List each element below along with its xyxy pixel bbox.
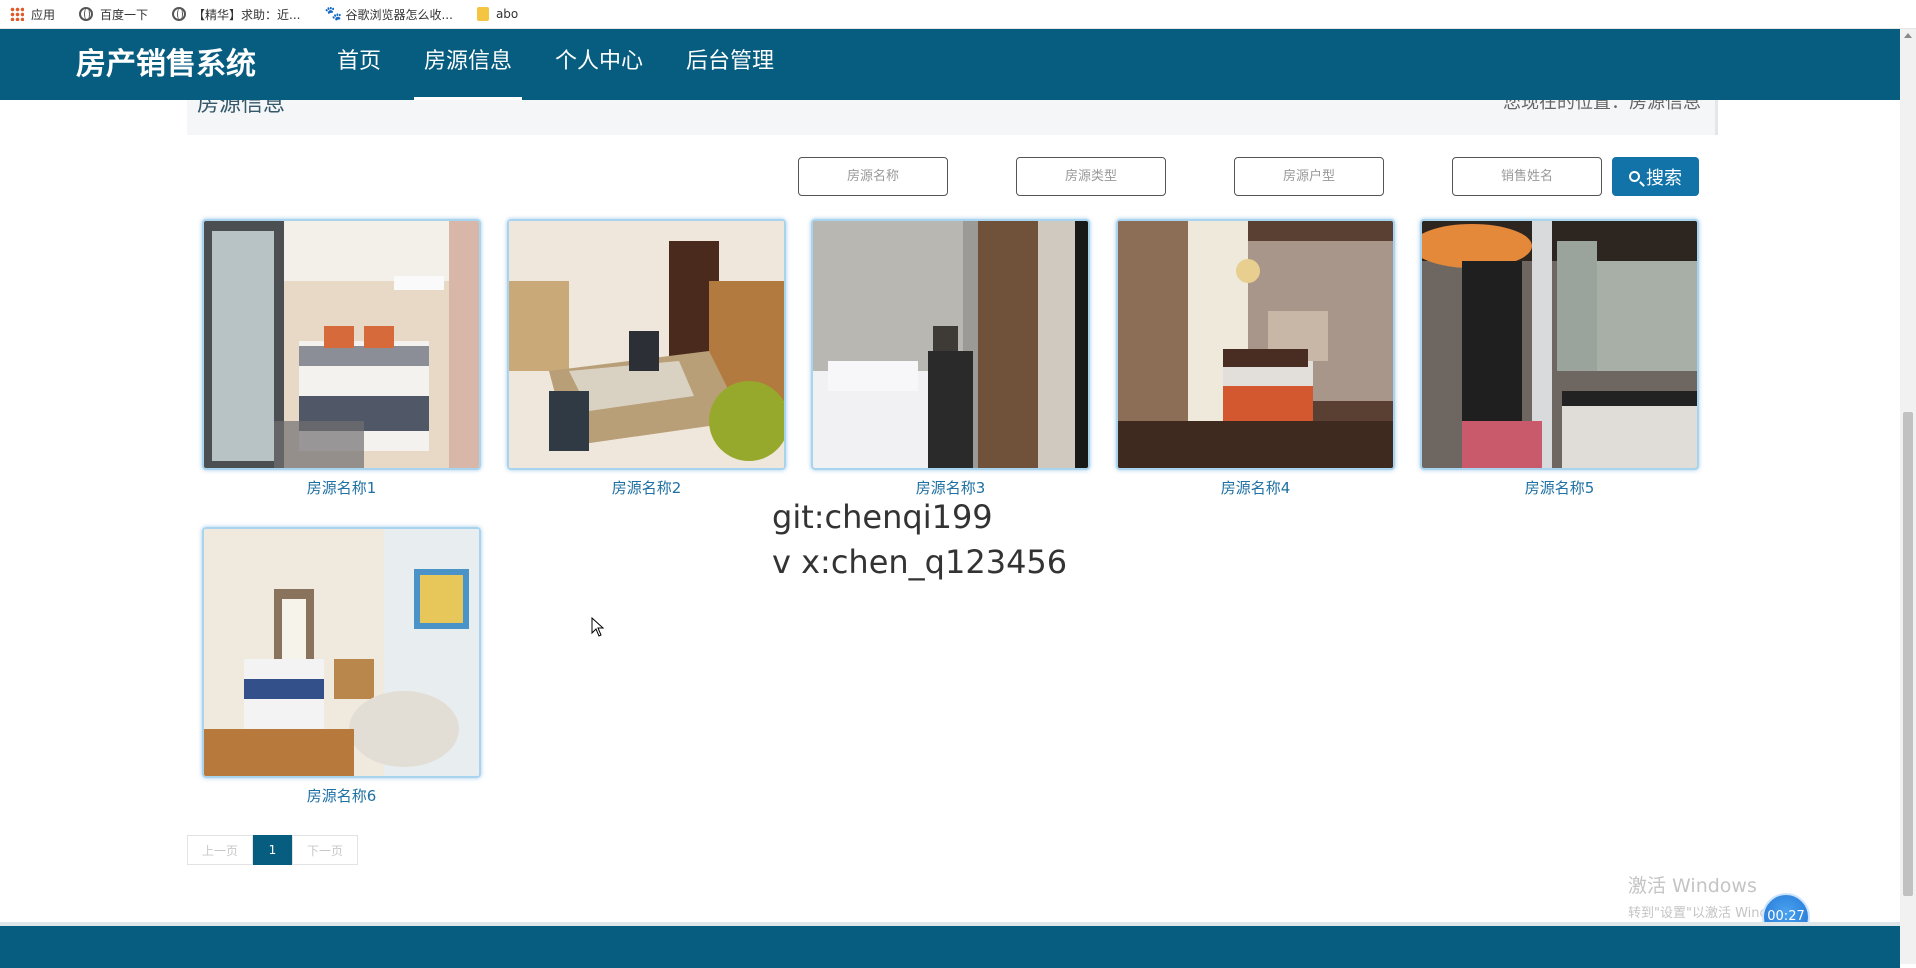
bookmark-label: 【精华】求助：近...: [193, 7, 301, 22]
next-page-button[interactable]: 下一页: [292, 835, 358, 865]
bookmark-label: abo: [495, 7, 519, 21]
listing-name[interactable]: 房源名称2: [507, 477, 786, 498]
listing-card[interactable]: 房源名称3: [811, 219, 1090, 498]
folder-icon: [476, 7, 489, 21]
bookmark-label: 谷歌浏览器怎么收...: [345, 7, 453, 22]
bookmark-chrome-tip[interactable]: 🐾 谷歌浏览器怎么收...: [324, 6, 452, 23]
listing-image[interactable]: [202, 219, 481, 470]
scrollbar-thumb[interactable]: [1903, 412, 1913, 896]
sales-name-input[interactable]: [1452, 157, 1602, 196]
overlay-line2: v x:chen_q123456: [772, 543, 1068, 581]
page-footer: [0, 922, 1900, 968]
nav-item-listings[interactable]: 房源信息: [414, 29, 522, 100]
mouse-cursor-icon: [591, 617, 605, 637]
listing-name[interactable]: 房源名称5: [1420, 477, 1699, 498]
search-icon: [1629, 171, 1640, 182]
breadcrumb: 房源信息 您现在的位置：房源信息: [187, 100, 1718, 135]
listing-name[interactable]: 房源名称1: [202, 477, 481, 498]
listing-card[interactable]: 房源名称6: [202, 527, 481, 806]
pagination: 上一页 1 下一页: [187, 835, 358, 865]
listing-card[interactable]: 房源名称5: [1420, 219, 1699, 498]
top-navbar: 房产销售系统 首页 房源信息 个人中心 后台管理: [0, 29, 1900, 100]
page-title: 房源信息: [197, 100, 286, 117]
site-brand[interactable]: 房产销售系统: [76, 29, 256, 100]
page-number-current[interactable]: 1: [253, 835, 292, 865]
bookmarks-bar: 应用 百度一下 【精华】求助：近... 🐾 谷歌浏览器怎么收... abo: [0, 0, 1916, 29]
overlay-text: git:chenqi199 v x:chen_q123456: [772, 495, 1067, 585]
bookmark-folder-abo[interactable]: abo: [476, 7, 519, 21]
listing-name-input[interactable]: [798, 157, 948, 196]
listing-image[interactable]: [202, 527, 481, 778]
listing-image[interactable]: [507, 219, 786, 470]
overlay-line1: git:chenqi199: [772, 498, 993, 536]
bookmark-label: 应用: [31, 7, 56, 22]
nav-item-admin[interactable]: 后台管理: [686, 29, 774, 100]
listing-card[interactable]: 房源名称1: [202, 219, 481, 498]
search-button[interactable]: 搜索: [1612, 157, 1699, 196]
paw-icon: 🐾: [324, 6, 342, 22]
current-location: 您现在的位置：房源信息: [1503, 100, 1701, 113]
prev-page-button[interactable]: 上一页: [187, 835, 253, 865]
listing-image[interactable]: [811, 219, 1090, 470]
globe-icon: [79, 7, 94, 21]
nav-item-home[interactable]: 首页: [337, 29, 381, 100]
bookmark-label: 百度一下: [100, 7, 149, 22]
listing-image[interactable]: [1116, 219, 1395, 470]
bookmark-baidu[interactable]: 百度一下: [79, 6, 148, 23]
apps-icon: [10, 7, 24, 21]
search-button-label: 搜索: [1646, 167, 1682, 189]
listing-name[interactable]: 房源名称4: [1116, 477, 1395, 498]
nav-item-personal-center[interactable]: 个人中心: [555, 29, 643, 100]
scroll-up-arrow-icon[interactable]: [1904, 33, 1912, 38]
bookmark-forum[interactable]: 【精华】求助：近...: [172, 6, 300, 23]
listing-layout-input[interactable]: [1234, 157, 1384, 196]
listing-card[interactable]: 房源名称2: [507, 219, 786, 498]
listing-type-input[interactable]: [1016, 157, 1166, 196]
listing-name[interactable]: 房源名称6: [202, 785, 481, 806]
globe-icon: [172, 7, 187, 21]
listing-card[interactable]: 房源名称4: [1116, 219, 1395, 498]
listing-image[interactable]: [1420, 219, 1699, 470]
bookmark-apps[interactable]: 应用: [10, 6, 55, 23]
